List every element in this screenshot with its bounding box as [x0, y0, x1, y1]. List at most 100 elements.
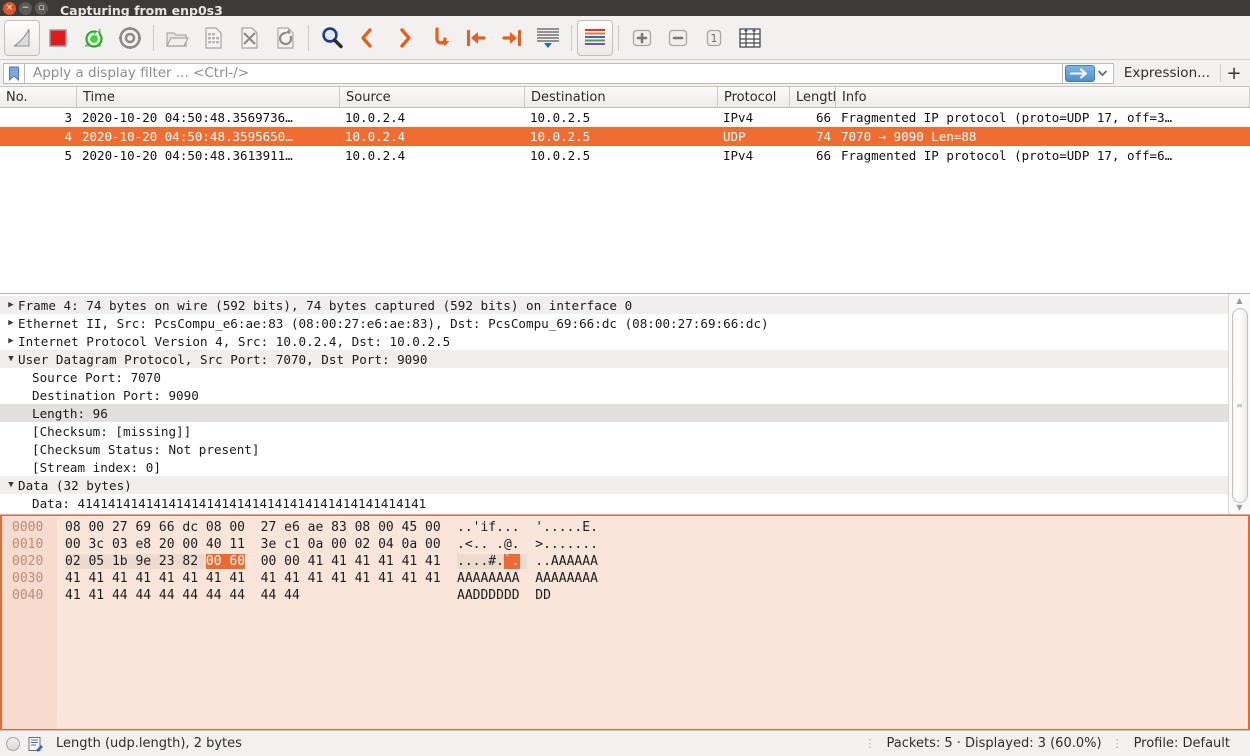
hex-bytes[interactable]: 41 41 41 41 41 41 41 41 41 41 41 41 41 4…	[57, 571, 457, 586]
detail-row[interactable]: ▶ Internet Protocol Version 4, Src: 10.0.…	[0, 332, 1228, 350]
hex-bytes[interactable]: 41 41 44 44 44 44 44 44 44 44	[57, 588, 457, 603]
detail-row[interactable]: [Checksum: [missing]]	[0, 422, 1228, 440]
detail-row[interactable]: [Checksum Status: Not present]	[0, 440, 1228, 458]
chevron-down-icon[interactable]	[1095, 64, 1111, 83]
open-file-icon[interactable]	[159, 20, 195, 56]
capture-options-icon[interactable]	[112, 20, 148, 56]
chevron-down-icon[interactable]: ▼	[4, 480, 18, 490]
colorize-icon[interactable]	[577, 19, 613, 56]
hex-row[interactable]: 08 00 27 69 66 dc 08 00 27 e6 ae 83 08 0…	[57, 519, 1248, 536]
hex-ascii[interactable]: AADDDDDD DD	[457, 588, 551, 603]
save-file-icon[interactable]	[195, 20, 231, 56]
packet-cell-protocol: IPv4	[723, 110, 754, 125]
ascii-group: ..'if...	[457, 520, 520, 535]
hex-bytes[interactable]: 00 3c 03 e8 20 00 40 11 3e c1 0a 00 02 0…	[57, 537, 457, 552]
detail-row[interactable]: Length: 96	[0, 404, 1228, 422]
column-header-info[interactable]: Info	[836, 87, 1250, 107]
hex-row[interactable]: 00 3c 03 e8 20 00 40 11 3e c1 0a 00 02 0…	[57, 536, 1248, 553]
hex-bytes[interactable]: 08 00 27 69 66 dc 08 00 27 e6 ae 83 08 0…	[57, 520, 457, 535]
stop-capture-icon[interactable]	[40, 20, 76, 56]
expert-info-icon[interactable]	[27, 736, 43, 752]
apply-filter-arrow-icon[interactable]	[1064, 64, 1095, 82]
packet-bytes-pane[interactable]: 0000 0010 0020 0030 0040 08 00 27 69 66 dc 0…	[0, 515, 1250, 730]
detail-row[interactable]: ▼ User Datagram Protocol, Src Port: 7070,…	[0, 350, 1228, 368]
close-file-icon[interactable]	[231, 20, 267, 56]
go-to-last-icon[interactable]	[494, 20, 530, 56]
detail-row[interactable]: Source Port: 7070	[0, 368, 1228, 386]
hex-ascii[interactable]: AAAAAAAA AAAAAAAA	[457, 571, 598, 586]
column-header-source[interactable]: Source	[340, 87, 525, 107]
scroll-down-icon[interactable]: ▼	[1236, 503, 1242, 513]
column-header-no[interactable]: No.	[0, 87, 77, 107]
title-bar: × − ▫ Capturing from enp0s3	[0, 0, 1250, 16]
detail-row[interactable]: Destination Port: 9090	[0, 386, 1228, 404]
detail-row[interactable]: [Stream index: 0]	[0, 458, 1228, 476]
reload-file-icon[interactable]	[267, 20, 303, 56]
capture-status-icon[interactable]	[6, 736, 20, 751]
go-forward-icon[interactable]	[386, 20, 422, 56]
packet-details-scrollbar[interactable]: ▲ ≡ ▼	[1228, 294, 1250, 514]
hex-bytes-body[interactable]: 08 00 27 69 66 dc 08 00 27 e6 ae 83 08 0…	[57, 516, 1248, 729]
hex-ascii[interactable]: ....#.`. ..AAAAAA	[457, 554, 598, 569]
hex-bytes[interactable]: 02 05 1b 9e 23 82 00 60 00 00 41 41 41 4…	[57, 554, 457, 569]
column-header-time[interactable]: Time	[77, 87, 340, 107]
packet-cell-no: 4	[64, 129, 72, 144]
detail-row-label: [Stream index: 0]	[32, 459, 161, 475]
packet-row[interactable]: 3 2020-10-20 04:50:48.3569736… 10.0.2.4 10.…	[0, 108, 1250, 127]
zoom-out-icon[interactable]	[660, 20, 696, 56]
detail-row-label: Frame 4: 74 bytes on wire (592 bits), 74…	[18, 297, 633, 313]
restart-capture-icon[interactable]	[76, 20, 112, 56]
packet-row[interactable]: 4 2020-10-20 04:50:48.3595650… 10.0.2.4 10.…	[0, 127, 1250, 146]
expression-button[interactable]: Expression...	[1114, 65, 1220, 81]
zoom-in-icon[interactable]	[624, 20, 660, 56]
packet-list-header: No.TimeSourceDestinationProtocolLengthIn…	[0, 87, 1250, 108]
hex-byte-group: 02 05 1b 9e 23 82	[65, 554, 206, 569]
hex-row[interactable]: 02 05 1b 9e 23 82 00 60 00 00 41 41 41 4…	[57, 553, 1248, 570]
auto-scroll-icon[interactable]	[530, 20, 566, 56]
filter-apply-group	[1062, 62, 1114, 84]
scroll-up-icon[interactable]: ▲	[1236, 296, 1242, 306]
go-to-packet-icon[interactable]	[422, 20, 458, 56]
hex-row[interactable]: 41 41 41 41 41 41 41 41 41 41 41 41 41 4…	[57, 570, 1248, 587]
filter-input[interactable]: Apply a display filter ... <Ctrl-/>	[24, 62, 1063, 84]
find-packet-icon[interactable]	[314, 20, 350, 56]
chevron-right-icon[interactable]: ▶	[4, 318, 18, 328]
packet-cell-no: 5	[64, 148, 72, 163]
chevron-right-icon[interactable]: ▶	[4, 336, 18, 346]
start-capture-icon[interactable]	[4, 19, 40, 56]
bookmark-icon[interactable]	[3, 62, 24, 84]
hex-gap	[245, 588, 261, 603]
zoom-reset-icon[interactable]: 1	[696, 20, 732, 56]
maximize-button[interactable]: ▫	[35, 1, 48, 15]
scrollbar-track[interactable]: ≡	[1231, 306, 1248, 503]
add-filter-button[interactable]: +	[1221, 62, 1247, 84]
chevron-right-icon[interactable]: ▶	[4, 300, 18, 310]
packet-details-tree[interactable]: ▶ Frame 4: 74 bytes on wire (592 bits), 7…	[0, 294, 1228, 514]
go-to-first-icon[interactable]	[458, 20, 494, 56]
detail-row[interactable]: ▼ Data (32 bytes)	[0, 476, 1228, 494]
hex-row[interactable]: 41 41 44 44 44 44 44 44 44 44 AADDDDDD DD	[57, 587, 1248, 604]
hex-ascii[interactable]: .<.. .@. >.......	[457, 537, 598, 552]
chevron-down-icon[interactable]: ▼	[4, 354, 18, 364]
packet-details-pane[interactable]: ▶ Frame 4: 74 bytes on wire (592 bits), 7…	[0, 294, 1250, 515]
column-header-length[interactable]: Length	[790, 87, 836, 107]
column-header-protocol[interactable]: Protocol	[718, 87, 790, 107]
packet-list-pane[interactable]: No.TimeSourceDestinationProtocolLengthIn…	[0, 87, 1250, 294]
packet-list-body[interactable]: 3 2020-10-20 04:50:48.3569736… 10.0.2.4 10.…	[0, 108, 1250, 165]
scrollbar-thumb[interactable]: ≡	[1231, 307, 1248, 503]
hex-ascii[interactable]: ..'if... '.....E.	[457, 520, 598, 535]
close-button[interactable]: ×	[3, 1, 16, 15]
resize-columns-icon[interactable]	[732, 20, 768, 56]
hex-gap	[520, 520, 536, 535]
detail-row[interactable]: ▶ Frame 4: 74 bytes on wire (592 bits), 7…	[0, 296, 1228, 314]
detail-row[interactable]: Data: 4141414141414141414141414141414141…	[0, 494, 1228, 512]
detail-row[interactable]: ▶ Ethernet II, Src: PcsCompu_e6:ae:83 (08…	[0, 314, 1228, 332]
packet-row[interactable]: 5 2020-10-20 04:50:48.3613911… 10.0.2.4 10.…	[0, 146, 1250, 165]
hex-gap	[520, 537, 536, 552]
column-header-destination[interactable]: Destination	[525, 87, 718, 107]
ascii-group: ..AAAAAA	[535, 554, 598, 569]
hex-gap	[520, 588, 536, 603]
window-controls: × − ▫	[3, 1, 48, 15]
minimize-button[interactable]: −	[19, 1, 32, 15]
go-back-icon[interactable]	[350, 20, 386, 56]
